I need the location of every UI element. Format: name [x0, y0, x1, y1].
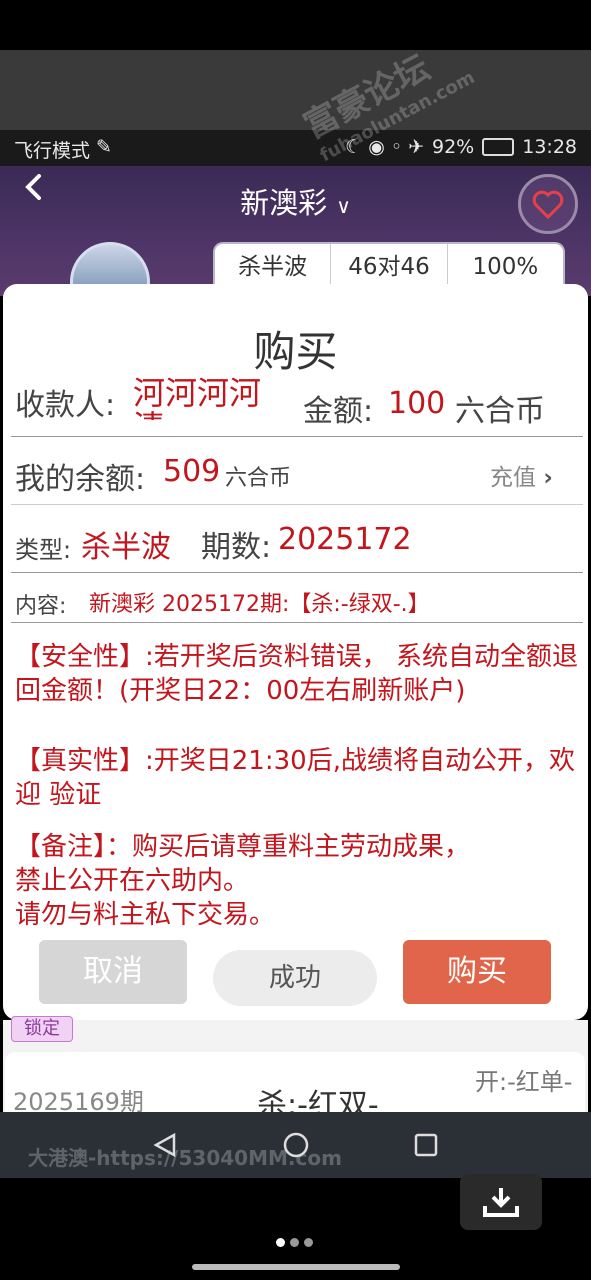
battery-icon — [482, 138, 515, 156]
success-button[interactable]: 成功 — [213, 950, 377, 1006]
battery-percent: 92% — [432, 136, 475, 158]
balance-value: 509 — [163, 454, 221, 489]
recharge-link[interactable]: 充值 › — [490, 458, 553, 492]
favorite-button[interactable] — [518, 174, 578, 234]
status-bar: 飞行模式 ✎ ☾ ◉ ◦ ✈ 92% 13:28 — [0, 130, 591, 166]
nav-recents-icon[interactable] — [414, 1133, 438, 1157]
type-label: 类型: — [15, 536, 72, 564]
truth-notice: 【真实性】:开奖日21:30后,战绩将自动公开，欢迎 验证 — [15, 746, 575, 810]
wrench-icon: ✎ — [96, 136, 112, 158]
download-icon — [483, 1188, 519, 1217]
amount-unit: 六合币 — [455, 394, 545, 429]
cancel-button[interactable]: 取消 — [39, 940, 187, 1004]
recharge-text: 充值 — [490, 465, 536, 491]
locked-badge: 锁定 — [11, 1016, 73, 1042]
status-right: ☾ ◉ ◦ ✈ 92% 13:28 — [345, 136, 577, 158]
system-nav-bar: 大港澳-https://53040MM.com — [0, 1112, 591, 1178]
viewer-toolbar — [0, 1174, 591, 1280]
amount-value: 100 — [388, 386, 446, 421]
payee-value: 河河河河清 — [133, 376, 262, 420]
heart-icon — [532, 190, 564, 220]
period-value: 2025172 — [278, 522, 412, 557]
home-indicator[interactable] — [192, 1264, 400, 1270]
divider — [11, 504, 583, 505]
dialog-title: 购买 — [253, 327, 338, 376]
airplane-mode-label: 飞行模式 — [14, 140, 91, 162]
chevron-right-icon: › — [543, 465, 553, 491]
list-item[interactable]: 2025169期 杀:-红双- 开:-红单- — [5, 1052, 585, 1123]
remark-line-1: 【备注】：购买后请尊重料主劳动成果， — [15, 832, 471, 862]
remark-line-3: 请勿与料主私下交易。 — [15, 900, 276, 930]
clock: 13:28 — [522, 136, 577, 158]
stats-bar: 杀半波 46对46 100% — [213, 242, 565, 290]
payee-label: 收款人: — [15, 388, 116, 423]
gray-strip — [0, 50, 591, 130]
nav-back-icon[interactable] — [152, 1132, 178, 1158]
download-button[interactable] — [460, 1174, 542, 1230]
balance-unit: 六合币 — [225, 466, 292, 491]
page-indicator — [276, 1238, 313, 1247]
buy-button[interactable]: 购买 — [403, 940, 551, 1004]
divider — [11, 572, 583, 573]
chevron-down-icon: ∨ — [336, 194, 351, 218]
post-list: 锁定 2025169期 杀:-红双- 开:-红单- — [3, 1016, 588, 1123]
type-value: 杀半波 — [81, 530, 171, 565]
page-title[interactable]: 新澳彩 ∨ — [0, 180, 591, 222]
nav-home-icon[interactable] — [282, 1131, 310, 1159]
content-value: 新澳彩 2025172期:【杀:-绿双-.】 — [89, 592, 430, 617]
amount-label: 金额: — [303, 394, 374, 429]
content-label: 内容: — [15, 594, 67, 619]
divider — [11, 436, 583, 437]
app-header: 新澳彩 ∨ 杀半波 46对46 100% — [0, 166, 591, 322]
purchase-dialog: 购买 收款人: 河河河河清 金额: 100 六合币 我的余额: 509 六合币 … — [3, 284, 588, 1020]
remark-line-2: 禁止公开在六助内。 — [15, 866, 250, 896]
safety-notice: 【安全性】:若开奖后资料错误， 系统自动全额退回金额！(开奖日22：00左右刷新… — [15, 642, 579, 706]
top-black-bar — [0, 0, 591, 50]
divider — [11, 622, 583, 623]
page-title-text: 新澳彩 — [240, 186, 328, 220]
balance-label: 我的余额: — [15, 462, 146, 497]
list-item-result: 开:-红单- — [475, 1068, 573, 1096]
period-label: 期数: — [201, 530, 272, 565]
